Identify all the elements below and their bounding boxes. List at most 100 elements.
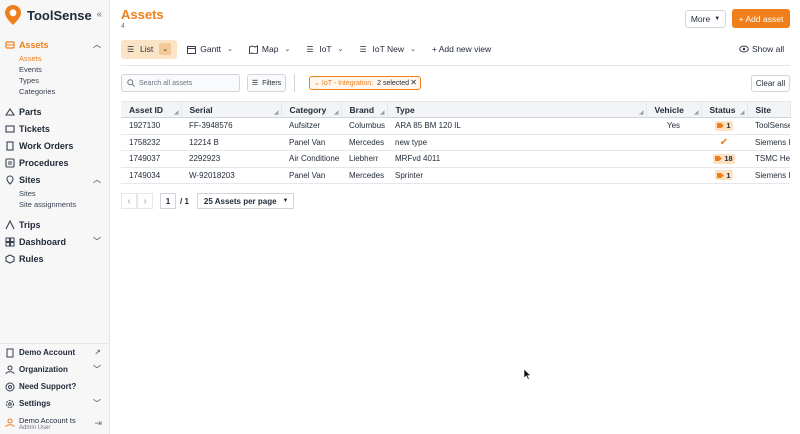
external-link-icon[interactable]: ↗ bbox=[94, 348, 101, 357]
sidebar: ToolSense « Assets ︿ Assets Events Types… bbox=[0, 0, 110, 434]
status-count: 1 bbox=[726, 170, 731, 180]
prev-page-button[interactable]: ‹ bbox=[121, 193, 137, 209]
tab-iot-new[interactable]: ☰ IoT New ⌄ bbox=[353, 40, 421, 59]
logout-icon[interactable]: ⇥ bbox=[94, 418, 102, 429]
sidebar-sub-site-assignments[interactable]: Site assignments bbox=[0, 199, 110, 210]
column-header-category[interactable]: Category ◢ bbox=[281, 101, 342, 118]
show-all-button[interactable]: Show all bbox=[739, 44, 784, 54]
sidebar-item-settings[interactable]: Settings ﹀ bbox=[0, 395, 110, 412]
header-label: Serial bbox=[189, 104, 213, 115]
chevron-up-icon[interactable]: ︿ bbox=[93, 39, 101, 50]
total-pages: / 1 bbox=[180, 196, 189, 206]
logo[interactable]: ToolSense bbox=[5, 4, 92, 26]
table-row[interactable]: 1758232 12214 B Panel Van Mercedes new t… bbox=[121, 134, 790, 151]
column-header-vehicle[interactable]: Vehicle ◢ bbox=[646, 101, 702, 118]
filters-button[interactable]: ☰ Filters bbox=[247, 74, 286, 92]
map-icon bbox=[248, 44, 258, 54]
user-icon bbox=[5, 418, 15, 428]
resize-icon[interactable]: ◢ bbox=[380, 109, 385, 116]
sidebar-item-tickets[interactable]: Tickets bbox=[0, 120, 110, 137]
sidebar-item-dashboard[interactable]: Dashboard ﹀ bbox=[0, 233, 110, 250]
filter-chip-iot-integration[interactable]: ⌄ IoT - Integration: 2 selected ✕ bbox=[309, 76, 421, 90]
sidebar-item-label: Parts bbox=[19, 106, 42, 117]
sidebar-sub-categories[interactable]: Categories bbox=[0, 86, 110, 97]
tab-list[interactable]: ☰ List ⌄ bbox=[121, 39, 178, 59]
sidebar-sub-events[interactable]: Events bbox=[0, 64, 110, 75]
close-icon[interactable]: ✕ bbox=[410, 78, 417, 87]
column-header-status[interactable]: Status ◢ bbox=[701, 101, 748, 118]
divider bbox=[121, 65, 790, 66]
column-header-serial[interactable]: Serial ◢ bbox=[181, 101, 282, 118]
add-asset-button[interactable]: + Add asset bbox=[732, 9, 790, 28]
tab-map[interactable]: Map ⌄ bbox=[243, 40, 296, 59]
sidebar-sub-assets[interactable]: Assets bbox=[0, 53, 110, 64]
cell-type: ARA 85 BM 120 IL bbox=[387, 117, 646, 135]
chevron-down-icon[interactable]: ﹀ bbox=[93, 364, 101, 375]
column-header-asset-id[interactable]: Asset ID ◢ bbox=[121, 101, 182, 118]
collapse-sidebar-icon[interactable]: « bbox=[96, 9, 102, 20]
add-new-view-button[interactable]: + Add new view bbox=[426, 40, 497, 59]
resize-icon[interactable]: ◢ bbox=[334, 109, 339, 116]
sidebar-item-work-orders[interactable]: Work Orders bbox=[0, 137, 110, 154]
sidebar-item-organization[interactable]: Organization ﹀ bbox=[0, 361, 110, 378]
sidebar-item-label: Work Orders bbox=[19, 140, 74, 151]
tab-label: List bbox=[140, 44, 154, 54]
resize-icon[interactable]: ◢ bbox=[639, 109, 644, 116]
resize-icon[interactable]: ◢ bbox=[174, 109, 179, 116]
cell-serial: W-92018203 bbox=[181, 167, 281, 184]
table-row[interactable]: 1749034 W-92018203 Panel Van Mercedes Sp… bbox=[121, 167, 790, 184]
next-page-button[interactable]: › bbox=[137, 193, 153, 209]
chevron-down-icon[interactable]: ⌄ bbox=[284, 45, 290, 53]
cell-type: Sprinter bbox=[387, 167, 646, 184]
more-button[interactable]: More ▼ bbox=[685, 10, 726, 28]
search-input[interactable]: Search all assets bbox=[121, 74, 240, 92]
tab-label: Map bbox=[261, 44, 279, 54]
sidebar-item-label: Sites bbox=[19, 174, 41, 185]
tab-iot[interactable]: ☰ IoT ⌄ bbox=[300, 40, 349, 59]
sidebar-item-demo-account[interactable]: Demo Account ↗ bbox=[0, 344, 110, 361]
table-header-row: Asset ID ◢ Serial ◢ Category ◢ Brand ◢ Type ◢… bbox=[121, 101, 791, 118]
eye-icon bbox=[739, 45, 749, 53]
column-header-site[interactable]: Site bbox=[747, 101, 791, 118]
cell-asset-id: 1749037 bbox=[121, 150, 181, 168]
resize-icon[interactable]: ◢ bbox=[274, 109, 279, 116]
logo-pin-icon bbox=[5, 5, 21, 25]
chevron-down-icon[interactable]: ⌄ bbox=[159, 43, 172, 55]
app: ToolSense « Assets ︿ Assets Events Types… bbox=[0, 0, 800, 434]
clear-all-button[interactable]: Clear all bbox=[751, 75, 790, 92]
sidebar-item-support[interactable]: Need Support? bbox=[0, 378, 110, 395]
resize-icon[interactable]: ◢ bbox=[740, 109, 745, 116]
sidebar-item-rules[interactable]: Rules bbox=[0, 250, 110, 267]
pagination: ‹ › 1 / 1 25 Assets per page ▼ bbox=[121, 193, 294, 209]
current-page[interactable]: 1 bbox=[160, 193, 176, 209]
cell-serial: 12214 B bbox=[181, 134, 281, 151]
user-name: Demo Account ts bbox=[19, 415, 76, 425]
sidebar-item-sites[interactable]: Sites ︿ bbox=[0, 171, 110, 188]
cell-serial: 2292923 bbox=[181, 150, 281, 168]
chevron-down-icon[interactable]: ﹀ bbox=[93, 236, 101, 247]
search-icon bbox=[127, 79, 135, 87]
chevron-down-icon[interactable]: ⌄ bbox=[338, 45, 344, 53]
table-row[interactable]: 1927130 FF-3948576 Aufsitzer Columbus AR… bbox=[121, 117, 790, 135]
sidebar-item-procedures[interactable]: Procedures bbox=[0, 154, 110, 171]
column-header-brand[interactable]: Brand ◢ bbox=[341, 101, 388, 118]
table-row[interactable]: 1749037 2292923 Air Conditione Liebherr … bbox=[121, 150, 790, 168]
header-label: Brand bbox=[349, 104, 375, 115]
sidebar-sub-sites[interactable]: Sites bbox=[0, 188, 110, 199]
column-header-type[interactable]: Type ◢ bbox=[387, 101, 647, 118]
chevron-down-icon[interactable]: ⌄ bbox=[227, 45, 233, 53]
resize-icon[interactable]: ◢ bbox=[694, 109, 699, 116]
per-page-select[interactable]: 25 Assets per page ▼ bbox=[196, 193, 294, 209]
page-title: Assets bbox=[121, 7, 164, 22]
sidebar-item-trips[interactable]: Trips bbox=[0, 216, 110, 233]
sidebar-item-parts[interactable]: Parts bbox=[0, 103, 110, 120]
chevron-down-icon[interactable]: ﹀ bbox=[93, 398, 101, 409]
organization-icon bbox=[5, 365, 15, 374]
sidebar-sub-types[interactable]: Types bbox=[0, 75, 110, 86]
chevron-down-icon[interactable]: ⌄ bbox=[410, 45, 416, 53]
tab-gantt[interactable]: Gantt ⌄ bbox=[181, 40, 239, 59]
sidebar-item-assets[interactable]: Assets ︿ bbox=[0, 36, 110, 53]
per-page-label: 25 Assets per page bbox=[203, 196, 277, 206]
chevron-up-icon[interactable]: ︿ bbox=[93, 174, 101, 185]
user-profile[interactable]: Demo Account ts Admin User ⇥ bbox=[0, 412, 110, 434]
